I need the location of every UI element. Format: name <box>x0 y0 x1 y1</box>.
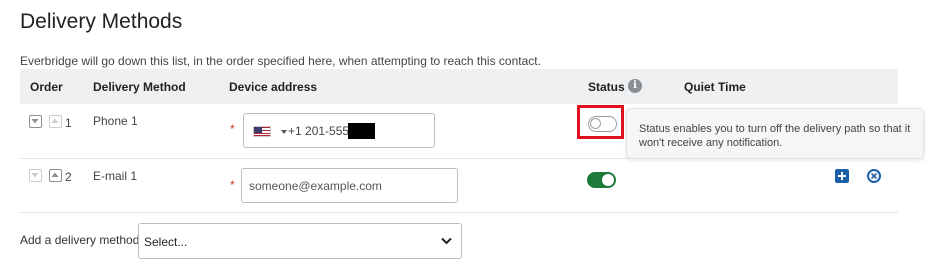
move-down-icon[interactable] <box>29 115 42 128</box>
move-up-icon <box>49 115 62 128</box>
table-header: Order Delivery Method Device address Sta… <box>20 69 898 104</box>
intro-text: Everbridge will go down this list, in th… <box>20 54 541 68</box>
delivery-method-name: Phone 1 <box>93 114 138 128</box>
country-caret-icon[interactable] <box>281 130 287 134</box>
info-icon[interactable]: i <box>628 79 642 93</box>
select-value: Select... <box>144 235 188 249</box>
status-highlight <box>577 105 624 139</box>
header-order: Order <box>30 80 63 94</box>
order-number: 1 <box>65 116 72 130</box>
order-number: 2 <box>65 170 72 184</box>
required-marker: * <box>230 178 235 192</box>
header-status: Status <box>588 80 625 94</box>
chevron-down-icon <box>441 237 452 245</box>
move-up-icon[interactable] <box>49 169 62 182</box>
header-quiet-time: Quiet Time <box>684 80 746 94</box>
header-delivery-method: Delivery Method <box>93 80 186 94</box>
remove-icon[interactable] <box>867 169 881 183</box>
add-icon[interactable] <box>835 169 849 183</box>
add-method-label: Add a delivery method: <box>20 233 143 247</box>
required-marker: * <box>230 122 235 136</box>
us-flag-icon[interactable] <box>253 126 271 137</box>
header-device-address: Device address <box>229 80 318 94</box>
phone-input[interactable]: +1 201-555- <box>243 113 435 148</box>
delivery-method-select[interactable]: Select... <box>138 223 462 259</box>
delivery-method-name: E-mail 1 <box>93 169 138 183</box>
email-field[interactable] <box>241 168 458 203</box>
status-tooltip: Status enables you to turn off the deliv… <box>626 108 924 159</box>
redacted-block <box>348 123 375 139</box>
status-toggle[interactable] <box>587 172 616 188</box>
table-row: 2 E-mail 1 * <box>20 158 898 213</box>
phone-value: +1 201-555- <box>288 124 354 138</box>
move-down-icon <box>29 169 42 182</box>
email-input[interactable] <box>242 169 457 202</box>
page-title: Delivery Methods <box>20 10 183 33</box>
